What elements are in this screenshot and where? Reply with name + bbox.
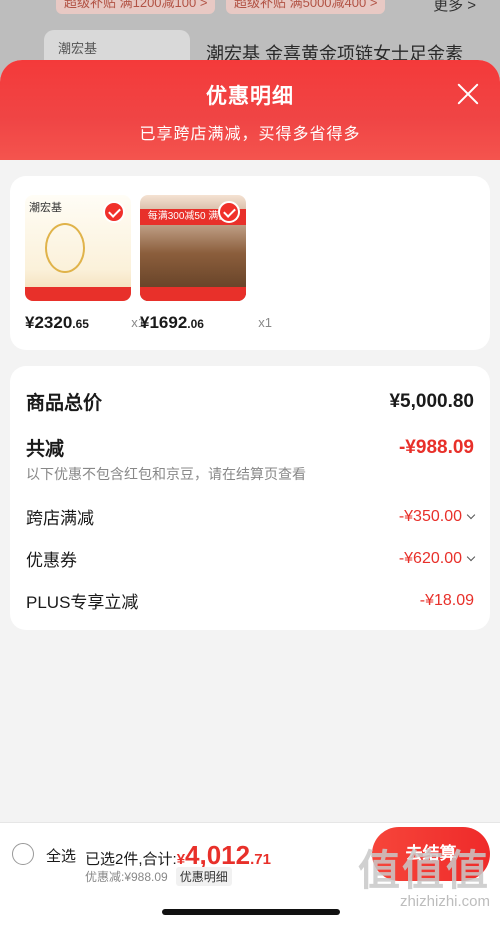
product-image[interactable]: 潮宏基 <box>25 195 131 301</box>
sheet-title: 优惠明细 <box>206 85 294 108</box>
select-all-checkbox[interactable] <box>12 843 34 865</box>
sheet-subtitle: 已享跨店满减，买得多省得多 <box>139 126 361 143</box>
product-image[interactable]: 每满300减50 满额赠 <box>140 195 246 301</box>
discount-note: 以下优惠不包含红包和京豆，请在结算页查看 <box>26 466 306 482</box>
total-reduce-row: 共减 -¥988.09 <box>26 434 474 461</box>
total-amount: 4,012 <box>185 840 251 870</box>
total-price-row: 商品总价 ¥5,000.80 <box>26 388 474 415</box>
brand-logo: 潮宏基 <box>58 41 98 56</box>
total-price-label: 商品总价 <box>26 393 103 414</box>
discount-row-cross-store[interactable]: 跨店满减 -¥350.00 <box>26 504 476 529</box>
price-decimal: .65 <box>72 317 89 331</box>
product-price: ¥1692.06 x1 <box>140 313 272 333</box>
checkmark-icon[interactable] <box>218 201 240 223</box>
total-reduce-label: 共减 <box>26 439 65 460</box>
discount-value: -¥620.00 <box>399 550 476 568</box>
chevron-down-icon <box>466 552 476 561</box>
discount-value: -¥18.09 <box>419 591 474 609</box>
product-item[interactable]: 潮宏基 ¥2320.65 x1 <box>25 195 145 333</box>
close-icon[interactable] <box>454 80 482 108</box>
discount-detail-sheet: 优惠明细 已享跨店满减，买得多省得多 潮宏基 ¥2320.65 x1 每满300… <box>0 60 500 926</box>
home-indicator[interactable] <box>162 909 340 915</box>
chevron-down-icon <box>466 510 476 519</box>
discount-amount: 优惠减:¥988.09 <box>85 870 168 884</box>
quantity: x1 <box>258 315 272 330</box>
necklace-image <box>45 223 85 273</box>
total-decimal: .71 <box>250 851 271 868</box>
discount-row-plus: PLUS专享立减 -¥18.09 <box>26 588 474 613</box>
selected-count-text: 已选2件,合计: <box>85 851 177 868</box>
price-main: ¥2320 <box>25 313 73 332</box>
products-card: 潮宏基 ¥2320.65 x1 每满300减50 满额赠 ¥1692.06 x1 <box>10 176 490 350</box>
checkout-bar: 全选 已选2件,合计:¥4,012.71 优惠减:¥988.09 优惠明细 去结算… <box>0 822 500 926</box>
discount-label: 优惠券 <box>26 551 77 570</box>
promo-pill: 超级补贴 满1200减100 > <box>56 0 216 14</box>
brand-logo: 潮宏基 <box>29 202 62 214</box>
select-all-label[interactable]: 全选 <box>46 845 76 866</box>
image-strip <box>25 287 131 301</box>
discount-value: -¥350.00 <box>399 508 476 526</box>
discount-row-coupon[interactable]: 优惠券 -¥620.00 <box>26 546 476 571</box>
product-item[interactable]: 每满300减50 满额赠 ¥1692.06 x1 <box>140 195 272 333</box>
more-link: 更多 > <box>433 0 476 14</box>
discount-label: 跨店满减 <box>26 509 94 528</box>
price-main: ¥1692 <box>140 313 188 332</box>
price-summary-card: 商品总价 ¥5,000.80 共减 -¥988.09 以下优惠不包含红包和京豆，… <box>10 366 490 630</box>
image-strip <box>140 287 246 301</box>
discount-detail-link[interactable]: 优惠明细 <box>175 867 232 886</box>
total-price-value: ¥5,000.80 <box>389 390 474 412</box>
sheet-header: 优惠明细 已享跨店满减，买得多省得多 <box>0 60 500 160</box>
total-reduce-value: -¥988.09 <box>398 436 474 458</box>
total-currency: ¥ <box>176 851 186 868</box>
watermark-url: zhizhizhi.com <box>399 893 490 910</box>
promo-pill: 超级补贴 满5000减400 > <box>226 0 386 14</box>
product-price: ¥2320.65 x1 <box>25 313 145 333</box>
watermark: 值值值 zhizhizhi.com <box>357 847 490 911</box>
watermark-logo: 值值值 <box>357 847 490 894</box>
discount-label: PLUS专享立减 <box>26 593 139 612</box>
discount-line: 优惠减:¥988.09 优惠明细 <box>85 867 232 886</box>
price-decimal: .06 <box>187 317 204 331</box>
checkmark-icon[interactable] <box>103 201 125 223</box>
